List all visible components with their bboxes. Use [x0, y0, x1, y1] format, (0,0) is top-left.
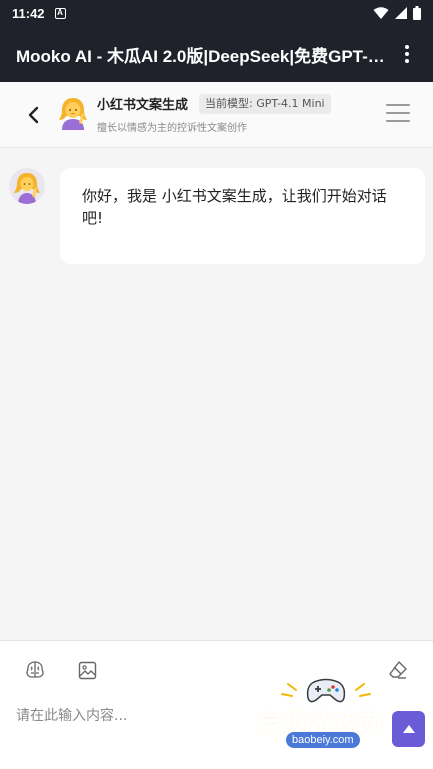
- chat-area[interactable]: 你好，我是 小红书文案生成，让我们开始对话吧!: [0, 148, 433, 640]
- more-vertical-icon[interactable]: [397, 42, 417, 66]
- status-time: 11:42: [12, 5, 45, 21]
- status-bar: 11:42 A: [0, 0, 433, 26]
- message-avatar: [9, 168, 45, 204]
- wifi-icon: [373, 6, 389, 19]
- back-button[interactable]: [20, 102, 46, 128]
- status-icons: [373, 6, 421, 20]
- model-badge[interactable]: 当前模型: GPT-4.1 Mini: [199, 94, 331, 114]
- triangle-up-icon: [402, 725, 415, 733]
- bot-description: 擅长以情感为主的控诉性文案创作: [97, 123, 247, 134]
- brain-icon[interactable]: [23, 658, 47, 682]
- image-icon[interactable]: [75, 658, 99, 682]
- chat-header: 小红书文案生成 当前模型: GPT-4.1 Mini 擅长以情感为主的控诉性文案…: [0, 82, 433, 148]
- menu-icon[interactable]: [386, 104, 410, 122]
- bot-avatar-icon: [14, 173, 40, 204]
- app-title: Mooko AI - 木瓜AI 2.0版|DeepSeek|免费GPT-…: [16, 46, 385, 66]
- message-bubble: 你好，我是 小红书文案生成，让我们开始对话吧!: [60, 168, 425, 264]
- signal-icon: [395, 7, 407, 19]
- chevron-left-icon: [28, 106, 39, 124]
- bot-avatar: [59, 98, 87, 130]
- battery-icon: [413, 6, 421, 20]
- app-indicator-icon: A: [54, 7, 66, 19]
- app-bar: Mooko AI - 木瓜AI 2.0版|DeepSeek|免费GPT-…: [0, 26, 433, 82]
- watermark: 宝贝游戏网 baobeiy.com: [252, 674, 402, 760]
- bot-name: 小红书文案生成: [97, 98, 189, 113]
- watermark-url: baobeiy.com: [286, 732, 360, 748]
